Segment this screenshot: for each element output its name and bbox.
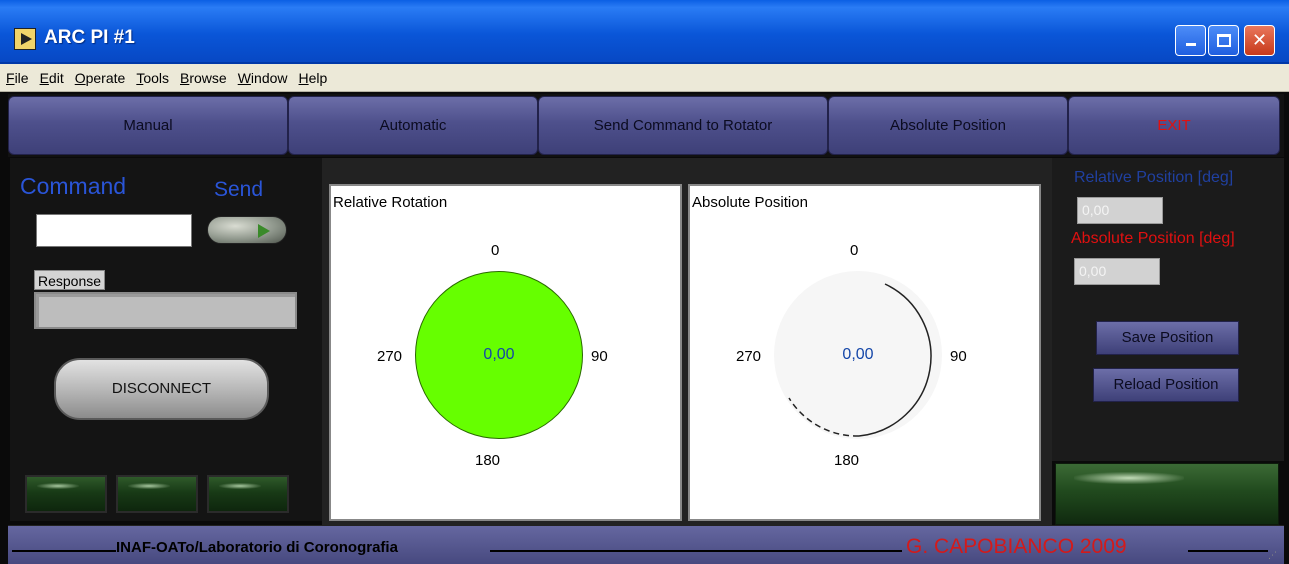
status-led-1 xyxy=(25,475,107,513)
status-led-3 xyxy=(207,475,289,513)
relative-rotation-value: 0,00 xyxy=(483,346,515,363)
tick-270: 270 xyxy=(736,348,762,365)
footer-divider xyxy=(12,550,116,552)
close-icon: ✕ xyxy=(1251,30,1268,50)
menu-browse[interactable]: Browse xyxy=(180,70,227,86)
lab-credit: INAF-OATo/Laboratorio di Coronografia xyxy=(116,539,398,556)
relative-rotation-dial[interactable]: 0,00 xyxy=(415,271,583,439)
menu-window[interactable]: Window xyxy=(238,70,288,86)
menu-file[interactable]: File xyxy=(6,70,29,86)
resize-grip-icon[interactable]: ⋰ xyxy=(1268,550,1282,562)
maximize-button[interactable] xyxy=(1208,25,1239,56)
mode-nav-bar: Manual Automatic Send Command to Rotator… xyxy=(8,94,1284,157)
reload-position-button[interactable]: Reload Position xyxy=(1093,368,1239,402)
maximize-icon xyxy=(1216,34,1231,47)
minimize-icon xyxy=(1185,43,1196,46)
send-command-to-rotator-button[interactable]: Send Command to Rotator xyxy=(538,96,828,155)
menu-tools[interactable]: Tools xyxy=(136,70,169,86)
absolute-position-button[interactable]: Absolute Position xyxy=(828,96,1068,155)
command-input[interactable] xyxy=(36,214,192,247)
absolute-position-gauge: Absolute Position 0 90 180 270 0,00 xyxy=(688,184,1041,521)
tick-180: 180 xyxy=(475,452,501,469)
title-bar: ARC PI #1 ✕ xyxy=(0,0,1289,64)
tick-270: 270 xyxy=(377,348,403,365)
labview-app-icon xyxy=(14,28,36,50)
minimize-button[interactable] xyxy=(1175,25,1206,56)
response-label: Response xyxy=(34,270,106,290)
send-button[interactable] xyxy=(207,216,287,244)
relative-position-field: 0,00 xyxy=(1077,197,1163,224)
absolute-position-dial: 0,00 xyxy=(774,271,942,439)
absolute-position-field: 0,00 xyxy=(1074,258,1160,285)
menu-edit[interactable]: Edit xyxy=(40,70,64,86)
save-position-button[interactable]: Save Position xyxy=(1096,321,1239,355)
menu-operate[interactable]: Operate xyxy=(75,70,126,86)
menu-help[interactable]: Help xyxy=(299,70,328,86)
exit-button[interactable]: EXIT xyxy=(1068,96,1280,155)
footer-divider xyxy=(1188,550,1268,552)
automatic-button[interactable]: Automatic xyxy=(288,96,538,155)
command-panel xyxy=(10,158,322,521)
footer-divider xyxy=(490,550,902,552)
menu-bar: File Edit Operate Tools Browse Window He… xyxy=(0,64,1289,92)
tick-0: 0 xyxy=(850,242,859,259)
window-title: ARC PI #1 xyxy=(44,27,135,48)
tick-90: 90 xyxy=(591,348,608,365)
manual-button[interactable]: Manual xyxy=(8,96,288,155)
relative-position-label: Relative Position [deg] xyxy=(1074,169,1234,186)
disconnect-button[interactable]: DISCONNECT xyxy=(54,358,269,420)
tick-90: 90 xyxy=(950,348,967,365)
tick-180: 180 xyxy=(834,452,860,469)
relative-rotation-title: Relative Rotation xyxy=(333,194,448,211)
tick-0: 0 xyxy=(491,242,500,259)
status-led-2 xyxy=(116,475,198,513)
close-button[interactable]: ✕ xyxy=(1244,25,1275,56)
absolute-position-value: 0,00 xyxy=(842,346,874,363)
response-field xyxy=(34,292,297,329)
status-indicator-panel xyxy=(1055,463,1279,525)
relative-rotation-gauge: Relative Rotation 0 90 180 270 0,00 xyxy=(329,184,682,521)
send-label: Send xyxy=(214,178,264,201)
command-label: Command xyxy=(20,173,127,199)
absolute-position-title: Absolute Position xyxy=(692,194,808,211)
author-credit: G. CAPOBIANCO 2009 xyxy=(906,535,1127,558)
absolute-position-label: Absolute Position [deg] xyxy=(1071,230,1235,247)
